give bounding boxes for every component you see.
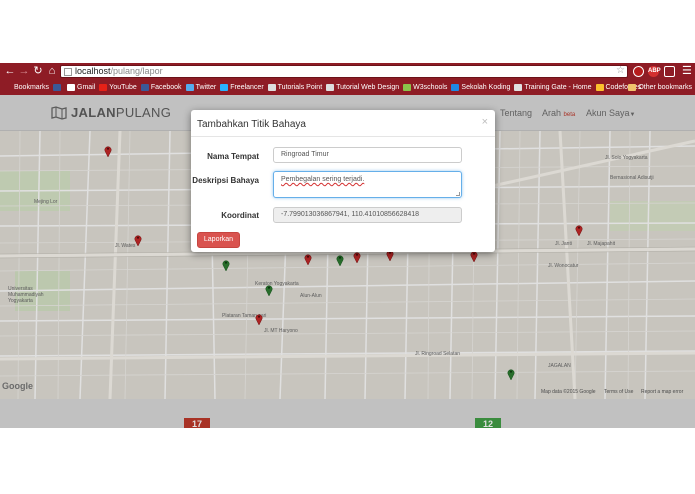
folder-icon <box>628 84 637 91</box>
bookmark-item[interactable]: Tutorials Point <box>267 84 323 91</box>
shield-extension-icon[interactable] <box>664 66 675 77</box>
bookmark-label: Tutorial Web Design <box>336 84 400 91</box>
koordinat-input[interactable]: -7.799013036867941, 110.41010856628418 <box>273 207 462 223</box>
koordinat-value: -7.799013036867941, 110.41010856628418 <box>281 211 420 218</box>
modal-title: Tambahkan Titik Bahaya <box>197 119 306 130</box>
modal-header: Tambahkan Titik Bahaya × <box>191 110 495 137</box>
page-blank-area <box>0 428 695 494</box>
bookmark-label: YouTube <box>109 84 137 91</box>
bookmark-label: W3schools <box>413 84 448 91</box>
laporkan-button[interactable]: Laporkan <box>197 232 240 248</box>
bookmark-item[interactable]: Freelancer <box>220 84 264 91</box>
bookmarks-bar: Bookmarks Gmail YouTube Facebook Twitter Free… <box>0 80 695 95</box>
bookmark-label: Twitter <box>195 84 217 91</box>
nama-tempat-label: Nama Tempat <box>207 152 259 161</box>
url-bar[interactable]: localhost/pulang/lapor ☆ <box>60 65 628 78</box>
nama-tempat-value: Ringroad Timur <box>281 151 329 158</box>
adblock-icon[interactable]: ABP <box>648 66 661 77</box>
reload-icon[interactable]: ↻ <box>31 63 45 80</box>
deskripsi-bahaya-value: Pembegalan sering terjadi. <box>281 176 365 183</box>
bookmark-item[interactable] <box>53 84 63 91</box>
gmail-icon <box>67 84 76 91</box>
bookmark-item[interactable]: Sekolah Koding <box>451 84 510 91</box>
deskripsi-bahaya-textarea[interactable]: Pembegalan sering terjadi. <box>273 171 462 198</box>
bookmark-item[interactable]: W3schools <box>403 84 447 91</box>
deskripsi-bahaya-label: Deskripsi Bahaya <box>192 176 259 185</box>
bookmark-label: Gmail <box>77 84 96 91</box>
close-icon[interactable]: × <box>482 116 488 128</box>
resize-handle-icon[interactable] <box>456 192 460 196</box>
other-bookmarks[interactable]: Other bookmarks <box>628 80 692 95</box>
koordinat-label: Koordinat <box>221 211 259 220</box>
traininggate-icon <box>514 84 523 91</box>
bookmark-label: Freelancer <box>230 84 264 91</box>
add-danger-point-modal: Tambahkan Titik Bahaya × Nama Tempat Rin… <box>191 110 495 252</box>
forward-arrow-icon[interactable]: → <box>17 63 31 80</box>
other-bookmarks-label: Other bookmarks <box>638 84 692 91</box>
page-icon <box>64 68 72 76</box>
menu-icon[interactable]: ☰ <box>682 64 692 77</box>
page-viewport: JALAN PULANG Tentang Arah beta Akun Saya▼ <box>0 95 695 428</box>
ph-icon <box>53 84 62 91</box>
screen: ← → ↻ ⌂ localhost/pulang/lapor ☆ ABP ☰ B… <box>0 0 695 494</box>
url-host: localhost <box>75 66 111 76</box>
bookmark-label: Bookmarks <box>14 84 50 91</box>
bookmark-item[interactable]: Bookmarks <box>4 84 49 91</box>
extension-icon[interactable] <box>633 66 644 77</box>
bookmarks-icon <box>4 84 12 91</box>
bookmark-item[interactable]: Facebook <box>140 84 182 91</box>
bookmark-label: Facebook <box>150 84 182 91</box>
url-path: /pulang/lapor <box>110 66 163 76</box>
tutorialspoint-icon <box>267 84 276 91</box>
back-arrow-icon[interactable]: ← <box>3 63 17 80</box>
bookmark-label: Tutorials Point <box>277 84 323 91</box>
bookmark-label: Sekolah Koding <box>461 84 511 91</box>
freelancer-icon <box>220 84 229 91</box>
bookmark-star-icon[interactable]: ☆ <box>616 65 625 76</box>
youtube-icon <box>99 84 108 91</box>
codeforces-icon <box>595 84 604 91</box>
sekolahkoding-icon <box>451 84 460 91</box>
nama-tempat-input[interactable]: Ringroad Timur <box>273 147 462 163</box>
address-row: ← → ↻ ⌂ localhost/pulang/lapor ☆ ABP ☰ <box>0 63 695 80</box>
bookmark-item[interactable]: Gmail <box>67 84 95 91</box>
webdesign-icon <box>326 84 335 91</box>
home-icon[interactable]: ⌂ <box>45 63 59 80</box>
twitter-icon <box>185 84 194 91</box>
browser-chrome: ← → ↻ ⌂ localhost/pulang/lapor ☆ ABP ☰ B… <box>0 63 695 95</box>
bookmark-item[interactable]: YouTube <box>99 84 137 91</box>
facebook-icon <box>140 84 149 91</box>
w3schools-icon <box>403 84 412 91</box>
bookmark-item[interactable]: Tutorial Web Design <box>326 84 399 91</box>
bookmark-item[interactable]: Twitter <box>185 84 217 91</box>
bookmark-label: Training Gate - Home <box>524 84 592 91</box>
bookmark-item[interactable]: Training Gate - Home <box>514 84 592 91</box>
